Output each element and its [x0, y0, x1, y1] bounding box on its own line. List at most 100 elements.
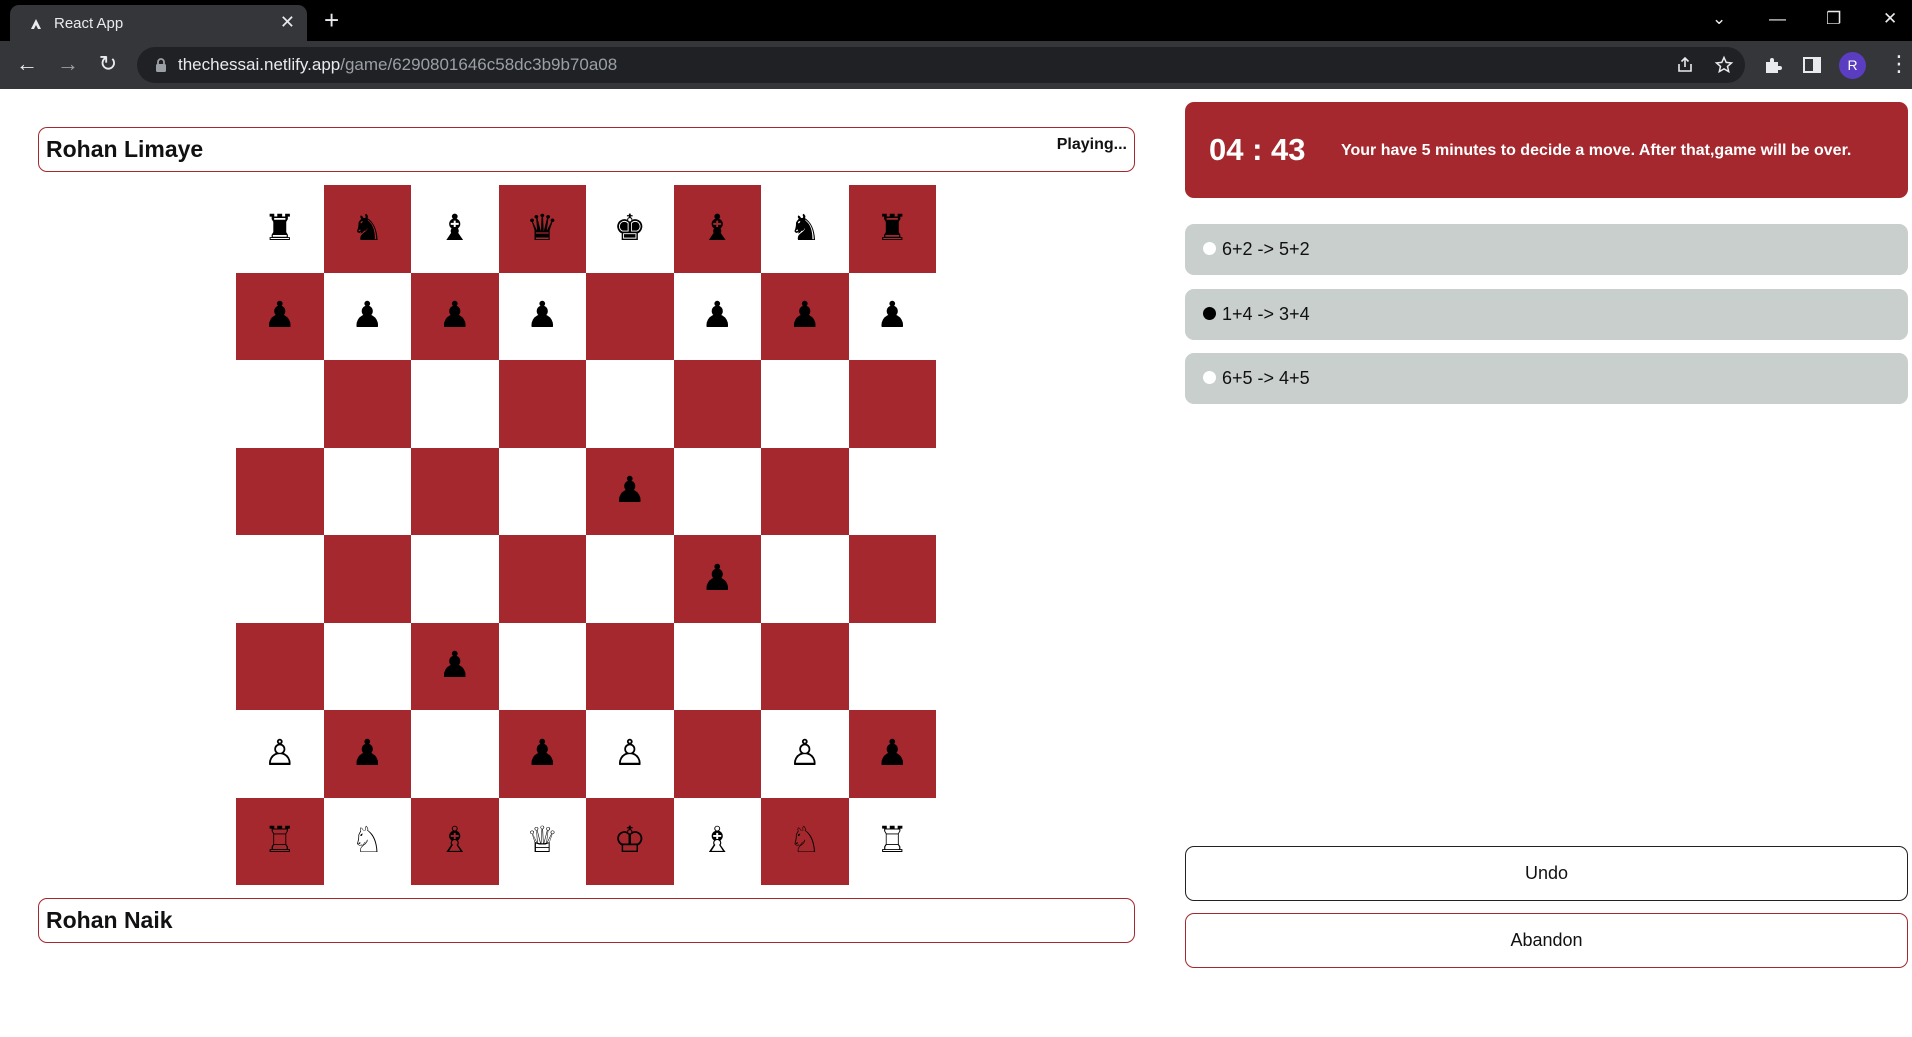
minimize-icon[interactable]: —: [1769, 8, 1786, 30]
board-square[interactable]: ♟: [498, 710, 586, 798]
chess-board[interactable]: ♜ ♞ ♝ ♛ ♚ ♝ ♞ ♜ ♟ ♟ ♟ ♟ ♟ ♟ ♟ ♟ ♟ ♟ ♙ ♟ ♟ ♙ ♙ ♟ ♖ ♘ ♗ ♕ ♔ ♗ ♘ ♖: [236, 185, 936, 885]
black-bishop-icon[interactable]: ♝: [701, 210, 733, 247]
board-square[interactable]: ♚: [586, 185, 674, 273]
share-icon[interactable]: [1675, 55, 1695, 75]
board-square[interactable]: ♟: [673, 535, 761, 623]
white-bishop-icon[interactable]: ♗: [439, 823, 471, 859]
profile-avatar[interactable]: R: [1839, 52, 1866, 79]
black-pawn-icon[interactable]: ♟: [264, 298, 296, 334]
board-square[interactable]: ♖: [848, 797, 936, 885]
board-square[interactable]: ♞: [323, 185, 411, 273]
board-square[interactable]: ♟: [673, 272, 761, 360]
restore-icon[interactable]: ❐: [1826, 8, 1841, 30]
board-square[interactable]: [498, 622, 586, 710]
extensions-puzzle-icon[interactable]: [1761, 53, 1785, 77]
white-rook-icon[interactable]: ♖: [264, 823, 296, 859]
board-square[interactable]: [848, 360, 936, 448]
board-square[interactable]: ♟: [761, 272, 849, 360]
back-icon[interactable]: ←: [13, 51, 41, 79]
board-square[interactable]: [586, 535, 674, 623]
board-square[interactable]: ♞: [761, 185, 849, 273]
close-window-icon[interactable]: ✕: [1883, 8, 1897, 30]
board-square[interactable]: ♟: [848, 710, 936, 798]
white-king-icon[interactable]: ♔: [614, 823, 646, 859]
board-square[interactable]: [586, 360, 674, 448]
black-pawn-icon[interactable]: ♟: [876, 735, 908, 772]
board-square[interactable]: ♝: [411, 185, 499, 273]
board-square[interactable]: ♕: [498, 797, 586, 885]
board-square[interactable]: [411, 447, 499, 535]
board-square[interactable]: ♟: [411, 272, 499, 360]
move-list-item[interactable]: 6+2 -> 5+2: [1185, 224, 1908, 275]
black-pawn-icon[interactable]: ♟: [351, 298, 383, 334]
black-queen-icon[interactable]: ♛: [526, 210, 558, 247]
board-square[interactable]: ♜: [236, 185, 324, 273]
side-panel-icon[interactable]: [1800, 53, 1824, 77]
board-square[interactable]: ♗: [673, 797, 761, 885]
new-tab-button[interactable]: +: [324, 6, 339, 34]
tab-search-chevron-icon[interactable]: ⌄: [1712, 8, 1726, 30]
board-square[interactable]: [673, 710, 761, 798]
board-square[interactable]: [411, 360, 499, 448]
black-king-icon[interactable]: ♚: [614, 210, 646, 247]
board-square[interactable]: [498, 447, 586, 535]
board-square[interactable]: [236, 622, 324, 710]
board-square[interactable]: [236, 535, 324, 623]
board-square[interactable]: [236, 447, 324, 535]
board-square[interactable]: [323, 535, 411, 623]
board-square[interactable]: [761, 622, 849, 710]
board-square[interactable]: [411, 710, 499, 798]
black-pawn-icon[interactable]: ♟: [614, 473, 646, 509]
black-pawn-icon[interactable]: ♟: [701, 298, 733, 334]
board-square[interactable]: [323, 447, 411, 535]
board-square[interactable]: [673, 622, 761, 710]
move-list-item[interactable]: 6+5 -> 4+5: [1185, 353, 1908, 404]
url-text[interactable]: thechessai.netlify.app/game/6290801646c5…: [178, 55, 617, 75]
abandon-button[interactable]: Abandon: [1185, 913, 1908, 968]
board-square[interactable]: [586, 622, 674, 710]
undo-button[interactable]: Undo: [1185, 846, 1908, 901]
board-square[interactable]: [761, 447, 849, 535]
browser-tab[interactable]: React App ✕: [10, 5, 307, 41]
black-bishop-icon[interactable]: ♝: [439, 210, 471, 247]
board-square[interactable]: ♟: [586, 447, 674, 535]
board-square[interactable]: ♟: [411, 622, 499, 710]
board-square[interactable]: [848, 447, 936, 535]
reload-icon[interactable]: ↻: [94, 51, 122, 79]
board-square[interactable]: ♝: [673, 185, 761, 273]
board-square[interactable]: ♘: [323, 797, 411, 885]
board-square[interactable]: [236, 360, 324, 448]
black-knight-icon[interactable]: ♞: [351, 210, 383, 247]
white-bishop-icon[interactable]: ♗: [701, 823, 733, 859]
board-square[interactable]: [673, 447, 761, 535]
board-square[interactable]: ♙: [586, 710, 674, 798]
bookmark-star-icon[interactable]: [1714, 55, 1734, 75]
board-square[interactable]: ♔: [586, 797, 674, 885]
white-queen-icon[interactable]: ♕: [526, 823, 558, 859]
address-bar[interactable]: thechessai.netlify.app/game/6290801646c5…: [137, 47, 1745, 83]
board-square[interactable]: ♟: [236, 272, 324, 360]
board-square[interactable]: ♟: [498, 272, 586, 360]
board-square[interactable]: ♟: [848, 272, 936, 360]
board-square[interactable]: ♟: [323, 272, 411, 360]
board-square[interactable]: [323, 622, 411, 710]
white-knight-icon[interactable]: ♘: [351, 823, 383, 859]
white-knight-icon[interactable]: ♘: [789, 823, 821, 859]
black-pawn-icon[interactable]: ♟: [789, 298, 821, 334]
board-square[interactable]: [498, 535, 586, 623]
board-square[interactable]: ♙: [236, 710, 324, 798]
board-square[interactable]: ♘: [761, 797, 849, 885]
board-square[interactable]: ♟: [323, 710, 411, 798]
black-pawn-icon[interactable]: ♟: [876, 298, 908, 334]
board-square[interactable]: ♖: [236, 797, 324, 885]
black-pawn-icon[interactable]: ♟: [439, 648, 471, 684]
board-square[interactable]: [761, 535, 849, 623]
black-rook-icon[interactable]: ♜: [264, 210, 296, 247]
black-rook-icon[interactable]: ♜: [876, 210, 908, 247]
black-pawn-icon[interactable]: ♟: [701, 560, 733, 597]
black-pawn-icon[interactable]: ♟: [526, 735, 558, 772]
black-pawn-icon[interactable]: ♟: [526, 298, 558, 334]
move-list-item[interactable]: 1+4 -> 3+4: [1185, 289, 1908, 340]
board-square[interactable]: [848, 535, 936, 623]
black-pawn-icon[interactable]: ♟: [351, 735, 383, 772]
